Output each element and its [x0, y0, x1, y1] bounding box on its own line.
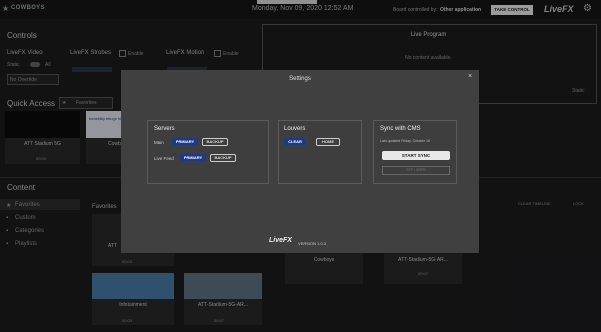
louvers-home-button[interactable]: HOME — [316, 138, 340, 146]
start-sync-button[interactable]: START SYNC — [382, 151, 450, 160]
servers-section: Servers Main PRIMARY BACKUP Live Feed PR… — [147, 120, 269, 184]
livefeed-backup-button[interactable]: BACKUP — [210, 154, 236, 162]
cms-last-updated: Last updated Friday, October 16 — [380, 139, 430, 143]
version-text: VERSION 1.0.3 — [298, 241, 327, 246]
settings-modal: Settings × Servers Main PRIMARY BACKUP L… — [121, 70, 479, 253]
settings-title: Settings — [289, 76, 311, 82]
main-backup-button[interactable]: BACKUP — [202, 138, 228, 146]
louvers-title: Louvers — [284, 126, 306, 132]
live-feed-label: Live Feed — [154, 156, 174, 161]
louvers-clear-button[interactable]: CLEAR — [284, 138, 306, 145]
main-primary-button[interactable]: PRIMARY — [172, 138, 198, 145]
disabled-button[interactable]: RTF / SOFB — [382, 166, 450, 175]
louvers-section: Louvers CLEAR HOME — [278, 120, 362, 184]
cms-title: Sync with CMS — [380, 126, 421, 132]
main-server-label: Main — [154, 140, 164, 145]
livefeed-primary-button[interactable]: PRIMARY — [180, 154, 206, 161]
close-icon[interactable]: × — [468, 73, 472, 80]
cms-section: Sync with CMS Last updated Friday, Octob… — [373, 120, 457, 184]
servers-title: Servers — [154, 126, 175, 132]
footer-logo: LiveFX — [269, 237, 292, 244]
